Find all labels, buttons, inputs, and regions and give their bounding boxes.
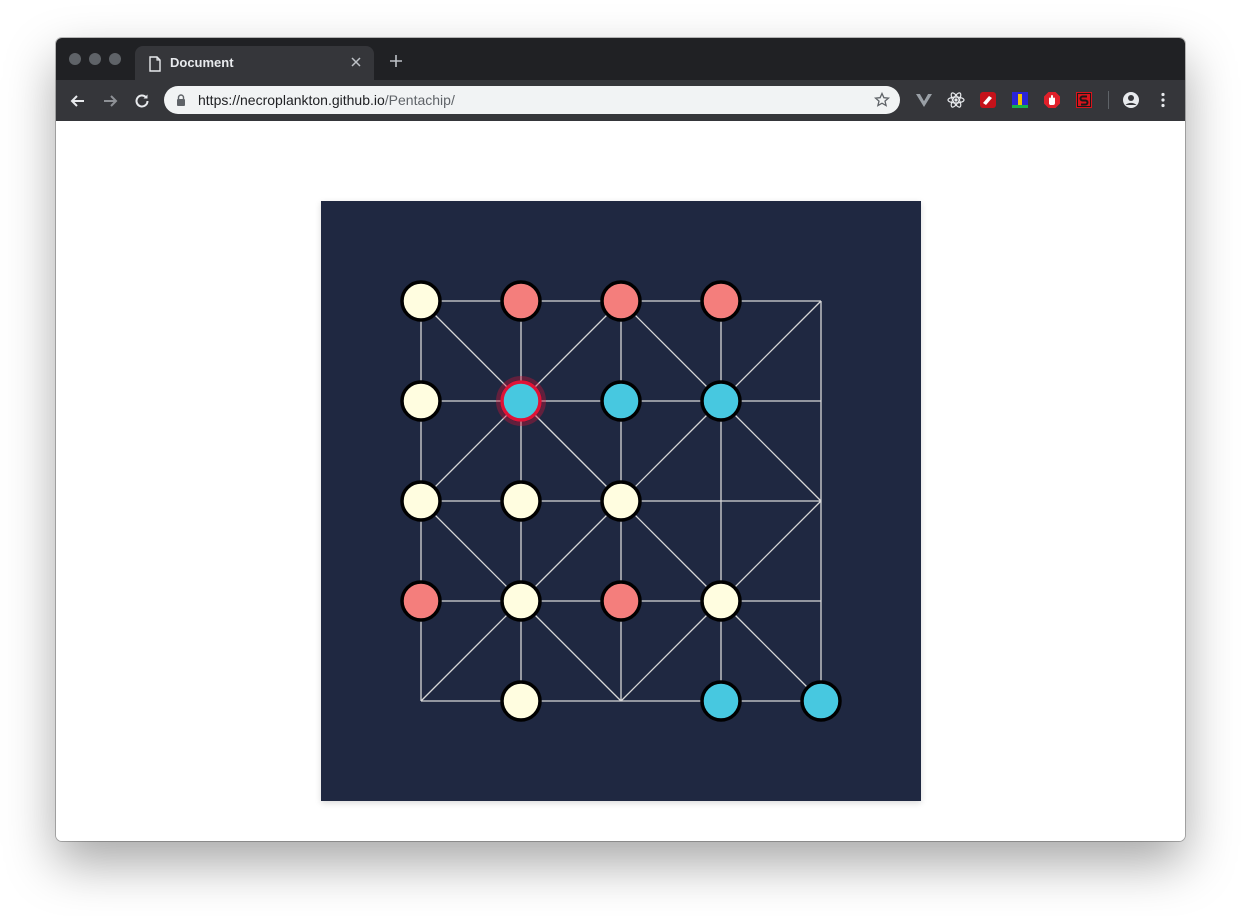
board-svg [400,280,842,722]
game-piece-cream[interactable] [600,480,642,522]
game-piece-red[interactable] [600,580,642,622]
minimize-window-button[interactable] [89,53,101,65]
tab-strip: Document [56,38,1185,80]
bookmark-star-icon[interactable] [874,92,890,108]
browser-window: Document https://necroplankton.github.io… [56,38,1185,841]
react-devtools-extension-icon[interactable] [947,91,965,109]
game-board [321,201,921,801]
new-tab-icon[interactable] [389,54,403,68]
game-piece-blue[interactable] [700,380,742,422]
board-line-diagonal [520,600,622,702]
game-piece-cream[interactable] [400,480,442,522]
game-piece-cream[interactable] [500,480,542,522]
game-piece-red[interactable] [700,280,742,322]
game-piece-red[interactable] [500,280,542,322]
page-content [56,121,1185,841]
url-host: https://necroplankton.github.io [198,92,385,108]
game-piece-blue[interactable] [600,380,642,422]
menu-kebab-icon[interactable] [1154,91,1172,109]
game-piece-red[interactable] [400,580,442,622]
board-line-diagonal [420,500,522,602]
board-line-diagonal [720,600,822,702]
url-text: https://necroplankton.github.io/Pentachi… [198,92,455,108]
game-piece-cream[interactable] [700,580,742,622]
board-line-diagonal [720,400,822,502]
forward-icon[interactable] [101,92,119,110]
board-line-diagonal [420,600,522,702]
back-icon[interactable] [69,92,87,110]
board-line-diagonal [720,500,822,602]
board-line-diagonal [620,600,722,702]
lock-icon [177,94,185,106]
red-extension-icon[interactable] [979,91,997,109]
reload-icon[interactable] [133,92,151,110]
zoom-window-button[interactable] [109,53,121,65]
url-path: /Pentachip/ [384,92,455,108]
game-piece-blue[interactable] [800,680,842,722]
board-line-diagonal [620,500,722,602]
tab-document[interactable]: Document [135,46,374,80]
board-line-diagonal [620,300,722,402]
game-piece-cream[interactable] [400,280,442,322]
close-tab-icon[interactable] [348,54,364,70]
game-piece-cream[interactable] [500,680,542,722]
profile-icon[interactable] [1122,91,1140,109]
toolbar-divider [1108,91,1109,109]
game-piece-blue[interactable] [700,680,742,722]
game-piece-blue-selected[interactable] [500,380,542,422]
document-icon [149,56,161,72]
board-line-diagonal [720,300,822,402]
address-bar[interactable]: https://necroplankton.github.io/Pentachi… [164,86,900,114]
game-piece-red[interactable] [600,280,642,322]
board-line-diagonal [620,400,722,502]
game-piece-cream[interactable] [400,380,442,422]
blue-extension-icon[interactable] [1011,91,1029,109]
tab-title: Document [170,55,234,70]
browser-toolbar: https://necroplankton.github.io/Pentachi… [56,80,1185,121]
adblock-extension-icon[interactable] [1043,91,1061,109]
s-extension-icon[interactable] [1075,91,1093,109]
vue-devtools-extension-icon[interactable] [915,91,933,109]
game-piece-cream[interactable] [500,580,542,622]
board-line-diagonal [520,500,622,602]
close-window-button[interactable] [69,53,81,65]
